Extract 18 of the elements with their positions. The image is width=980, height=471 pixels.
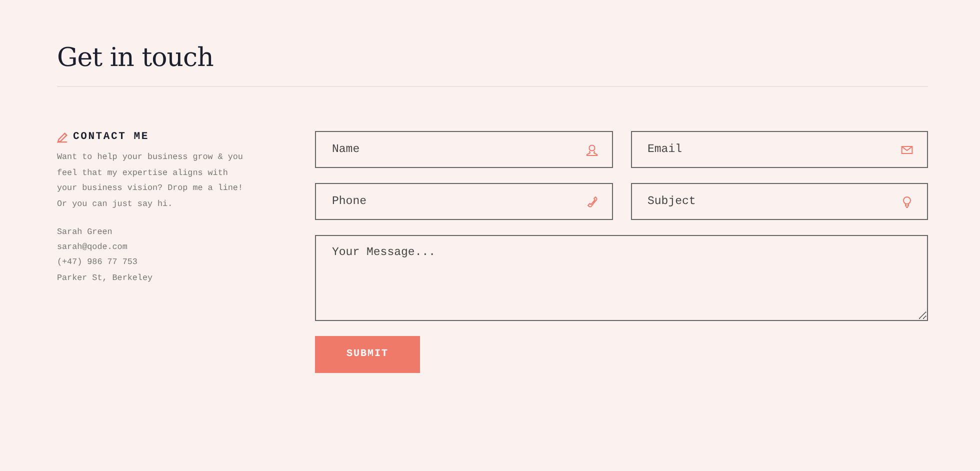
page-heading: Get in touch <box>57 42 214 75</box>
person-icon <box>586 144 598 156</box>
envelope-icon <box>901 144 913 156</box>
section-title: CONTACT ME <box>73 131 150 143</box>
submit-button[interactable]: SUBMIT <box>315 336 420 373</box>
input-field[interactable]: Phone <box>315 183 612 220</box>
phone-icon <box>586 196 598 208</box>
input-field[interactable]: Name <box>315 131 612 168</box>
input-field[interactable]: Email <box>630 131 928 168</box>
message-field[interactable]: Your Message... <box>315 235 928 321</box>
input-field[interactable]: Subject <box>630 183 928 220</box>
contact-detail: sarah@qode.com <box>57 241 128 254</box>
contact-detail: Sarah Green <box>57 226 114 239</box>
pencil-icon <box>57 132 68 142</box>
contact-detail: Parker St, Berkeley <box>57 272 154 285</box>
lightbulb-icon <box>901 196 913 208</box>
contact-detail: (+47) 986 77 753 <box>57 256 138 270</box>
intro-text: Want to help your business grow & you feel that my expertise aligns with your business vision? Drop me a line! Or you can just say hi. <box>57 151 244 210</box>
